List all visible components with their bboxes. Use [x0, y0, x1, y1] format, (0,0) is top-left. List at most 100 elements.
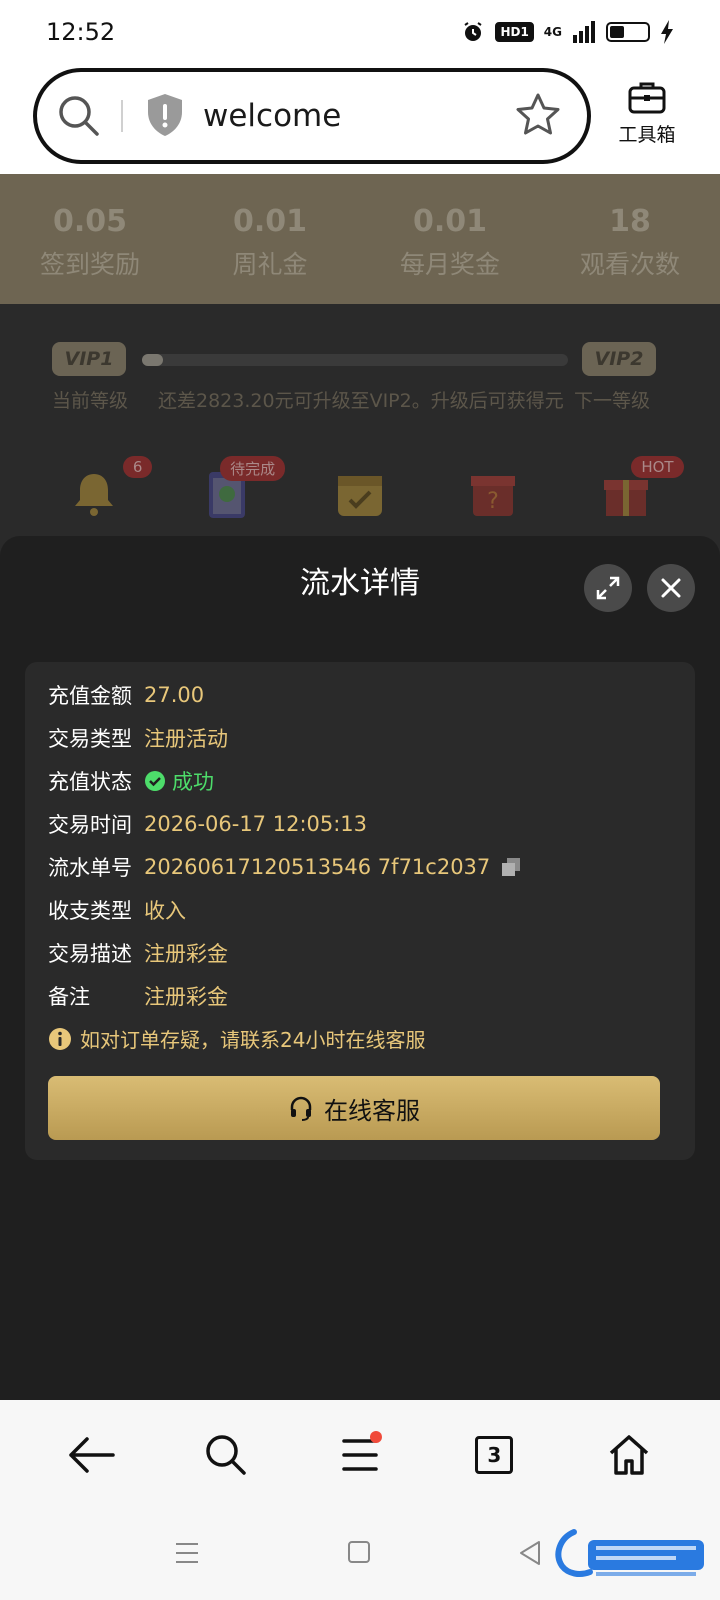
close-icon	[661, 578, 681, 598]
stat-label: 签到奖励	[39, 250, 140, 279]
recent-apps-icon[interactable]	[174, 1540, 200, 1566]
stats-row: 0.05 签到奖励 0.01 周礼金 0.01 每月奖金 18 观看次数	[0, 174, 720, 304]
info-icon	[49, 1027, 71, 1050]
row-label: 收支类型	[48, 899, 132, 923]
url-divider	[121, 100, 123, 132]
stat-label: 周礼金	[232, 250, 308, 279]
row-value: 注册彩金	[144, 942, 228, 966]
task-icon[interactable]: 待完成	[199, 456, 286, 522]
battery-icon	[606, 22, 650, 42]
copy-icon[interactable]	[500, 856, 522, 878]
signal-icon	[573, 21, 595, 43]
tab-count: 3	[475, 1436, 514, 1474]
system-nav-bar	[0, 1510, 720, 1600]
vip-upgrade-text: 还差2823.20元可升级至VIP2。升级后可获得元	[158, 390, 564, 412]
browser-bar: welcome 工具箱	[0, 64, 720, 174]
url-text[interactable]: welcome	[203, 98, 341, 134]
vip-progress-track	[142, 354, 568, 366]
stat-monthly: 0.01 每月奖金	[360, 174, 540, 304]
back-triangle-icon[interactable]	[518, 1540, 542, 1566]
stat-value: 0.01	[412, 204, 488, 239]
row-label: 充值金额	[48, 684, 132, 708]
mystery-box-icon[interactable]: ?	[465, 466, 521, 522]
notice-text: 如对订单存疑，请联系24小时在线客服	[80, 1028, 426, 1052]
row-value: 27.00	[144, 683, 205, 707]
stat-weekly: 0.01 周礼金	[180, 174, 360, 304]
stat-value: 0.05	[52, 204, 128, 239]
detail-row-direction: 收支类型 收入	[48, 893, 186, 927]
transaction-detail-modal: 流水详情 充值金额 27.00 交易类型 注册活动 充值状态 成功 交易时间 2…	[0, 536, 720, 1400]
arrow-left-icon	[69, 1437, 115, 1473]
stat-label: 观看次数	[579, 250, 680, 279]
status-time: 12:52	[46, 18, 116, 46]
svg-text:?: ?	[487, 489, 499, 514]
vip-next-badge: VIP2	[582, 342, 656, 376]
vip-current-badge: VIP1	[52, 342, 126, 376]
home-button[interactable]	[599, 1425, 659, 1485]
network-label: 4G	[543, 25, 562, 39]
browser-bottom-nav: 3	[0, 1400, 720, 1510]
stat-value: 18	[609, 204, 651, 239]
serial-value[interactable]: 20260617120513546 7f71c2037	[144, 855, 490, 879]
row-label: 交易时间	[48, 813, 132, 837]
check-circle-icon	[145, 771, 165, 791]
stat-value: 0.01	[232, 204, 308, 239]
feature-icons: 6 待完成 ? HOT	[0, 456, 720, 522]
search-icon[interactable]	[57, 94, 101, 138]
charging-icon	[661, 20, 673, 44]
home-icon	[609, 1435, 648, 1475]
search-icon	[205, 1435, 246, 1475]
row-label: 充值状态	[48, 770, 132, 794]
row-value: 注册活动	[144, 727, 228, 751]
status-text: 成功	[172, 770, 214, 794]
star-icon[interactable]	[515, 92, 561, 138]
detail-row-time: 交易时间 2026-06-17 12:05:13	[48, 807, 367, 841]
vip-progress-fill	[142, 354, 164, 366]
stat-checkin: 0.05 签到奖励	[0, 174, 180, 304]
detail-row-type: 交易类型 注册活动	[48, 721, 228, 755]
vip-current-label: 当前等级	[52, 390, 129, 412]
row-label: 交易类型	[48, 727, 132, 751]
alarm-icon	[464, 22, 482, 41]
bell-icon[interactable]: 6	[66, 456, 153, 522]
calendar-icon[interactable]	[332, 466, 388, 522]
tabs-button[interactable]: 3	[464, 1425, 524, 1485]
stat-views: 18 观看次数	[540, 174, 720, 304]
gift-badge: HOT	[631, 456, 684, 478]
menu-button[interactable]	[330, 1425, 390, 1485]
notification-dot	[369, 1431, 382, 1443]
row-value: 注册彩金	[144, 985, 228, 1009]
toolbox-label: 工具箱	[618, 124, 676, 146]
expand-button[interactable]	[584, 564, 632, 612]
stat-label: 每月奖金	[399, 250, 500, 279]
hd-badge: HD1	[495, 22, 534, 42]
detail-row-amount: 充值金额 27.00	[48, 678, 204, 712]
online-service-button[interactable]: 在线客服	[48, 1076, 660, 1140]
row-label: 流水单号	[48, 856, 132, 880]
toolbox-button[interactable]: 工具箱	[612, 80, 682, 147]
detail-row-remark: 备注 注册彩金	[48, 979, 228, 1013]
detail-row-status: 充值状态 成功	[48, 764, 214, 798]
close-button[interactable]	[647, 564, 695, 612]
detail-card: 充值金额 27.00 交易类型 注册活动 充值状态 成功 交易时间 2026-0…	[25, 662, 695, 1160]
watermark-logo	[555, 1529, 704, 1577]
row-value: 收入	[144, 899, 186, 923]
notice: 如对订单存疑，请联系24小时在线客服	[48, 1024, 425, 1053]
vip-next-label: 下一等级	[574, 390, 651, 412]
status-bar: 12:52 HD1 4G	[0, 0, 720, 64]
row-value: 2026-06-17 12:05:13	[144, 812, 368, 836]
toolbox-icon	[628, 82, 666, 114]
status-icons: HD1 4G	[461, 20, 674, 44]
shield-icon[interactable]	[145, 92, 185, 138]
row-label: 交易描述	[48, 942, 132, 966]
home-square-icon[interactable]	[347, 1540, 371, 1564]
status-value: 成功	[144, 766, 214, 796]
url-bar[interactable]: welcome	[33, 68, 591, 164]
headset-icon	[290, 1096, 312, 1121]
search-button[interactable]	[196, 1425, 256, 1485]
vip-progress: VIP1 VIP2	[52, 342, 668, 382]
row-label: 备注	[48, 985, 90, 1009]
back-button[interactable]	[61, 1425, 121, 1485]
gift-icon[interactable]: HOT	[598, 456, 684, 522]
detail-row-description: 交易描述 注册彩金	[48, 936, 228, 970]
